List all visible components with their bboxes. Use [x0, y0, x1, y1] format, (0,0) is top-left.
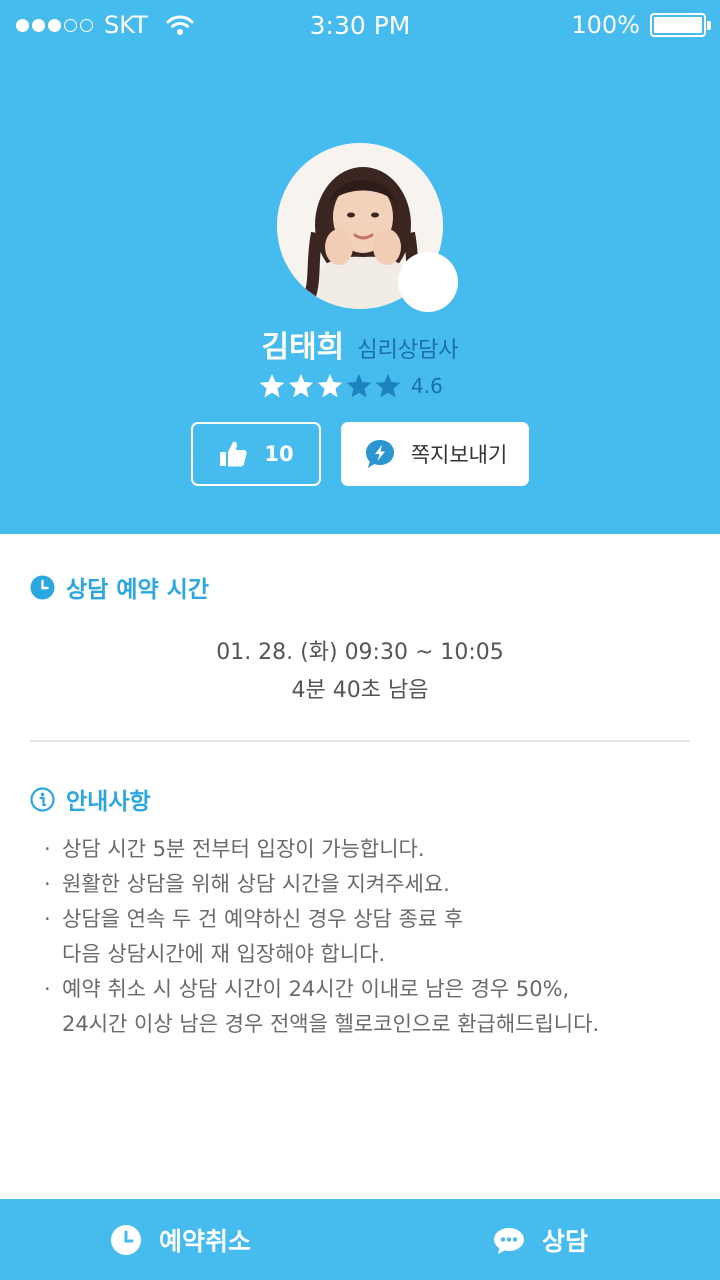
avatar-status-badge	[398, 252, 458, 312]
send-message-button[interactable]: 쪽지보내기	[341, 422, 529, 486]
notice-item: 예약 취소 시 상담 시간이 24시간 이내로 남은 경우 50%, 24시간 …	[44, 972, 704, 1042]
clock-icon	[110, 1224, 141, 1255]
counselor-name: 김태희	[261, 330, 345, 365]
section-divider	[30, 740, 690, 742]
reservation-title: 상담 예약 시간	[66, 577, 209, 603]
status-right: 100%	[571, 11, 711, 39]
rating-stars	[258, 372, 403, 400]
status-bar: SKT 3:30 PM 100%	[0, 0, 720, 52]
notice-item: 상담을 연속 두 건 예약하신 경우 상담 종료 후 다음 상담시간에 재 입장…	[44, 902, 704, 972]
send-message-label: 쪽지보내기	[410, 443, 508, 467]
cancel-reservation-button[interactable]: 예약취소	[0, 1199, 360, 1280]
notice-item: 원활한 상담을 위해 상담 시간을 지켜주세요.	[44, 867, 704, 902]
battery-percent: 100%	[571, 11, 640, 39]
notice-title: 안내사항	[66, 789, 151, 815]
notice-item: 상담 시간 5분 전부터 입장이 가능합니다.	[44, 832, 704, 867]
info-icon	[30, 786, 55, 812]
rating-value: 4.6	[411, 374, 443, 398]
consult-label: 상담	[541, 1226, 588, 1256]
notice-section-title: 안내사항	[30, 782, 151, 816]
star-icon	[259, 373, 285, 398]
star-icon	[346, 373, 372, 398]
like-button[interactable]: 10	[191, 422, 321, 486]
counselor-role: 심리상담사	[357, 338, 459, 363]
reservation-time: 01. 28. (화) 09:30 ~ 10:05	[216, 640, 504, 665]
like-count: 10	[264, 442, 294, 466]
counselor-name-row: 김태희 심리상담사	[0, 322, 720, 366]
consult-button[interactable]: 상담	[360, 1199, 720, 1280]
clock-icon	[30, 575, 55, 599]
star-icon	[375, 373, 401, 398]
bottom-action-bar: 예약취소 상담	[0, 1199, 720, 1280]
profile-header: SKT 3:30 PM 100% 김태희 심리상담사 4.6 10 쪽지보내기	[0, 0, 720, 534]
notice-list: 상담 시간 5분 전부터 입장이 가능합니다. 원활한 상담을 위해 상담 시간…	[44, 832, 704, 1042]
reservation-section-title: 상담 예약 시간	[30, 570, 209, 604]
reservation-remaining: 4분 40초 남음	[291, 678, 429, 703]
star-icon	[317, 373, 343, 398]
cancel-reservation-label: 예약취소	[158, 1226, 251, 1256]
battery-icon	[650, 13, 711, 37]
rating: 4.6	[258, 372, 443, 400]
chat-bubble-icon	[493, 1227, 524, 1254]
message-lightning-icon	[365, 440, 394, 468]
star-icon	[288, 373, 314, 398]
thumbs-up-icon	[220, 441, 248, 467]
